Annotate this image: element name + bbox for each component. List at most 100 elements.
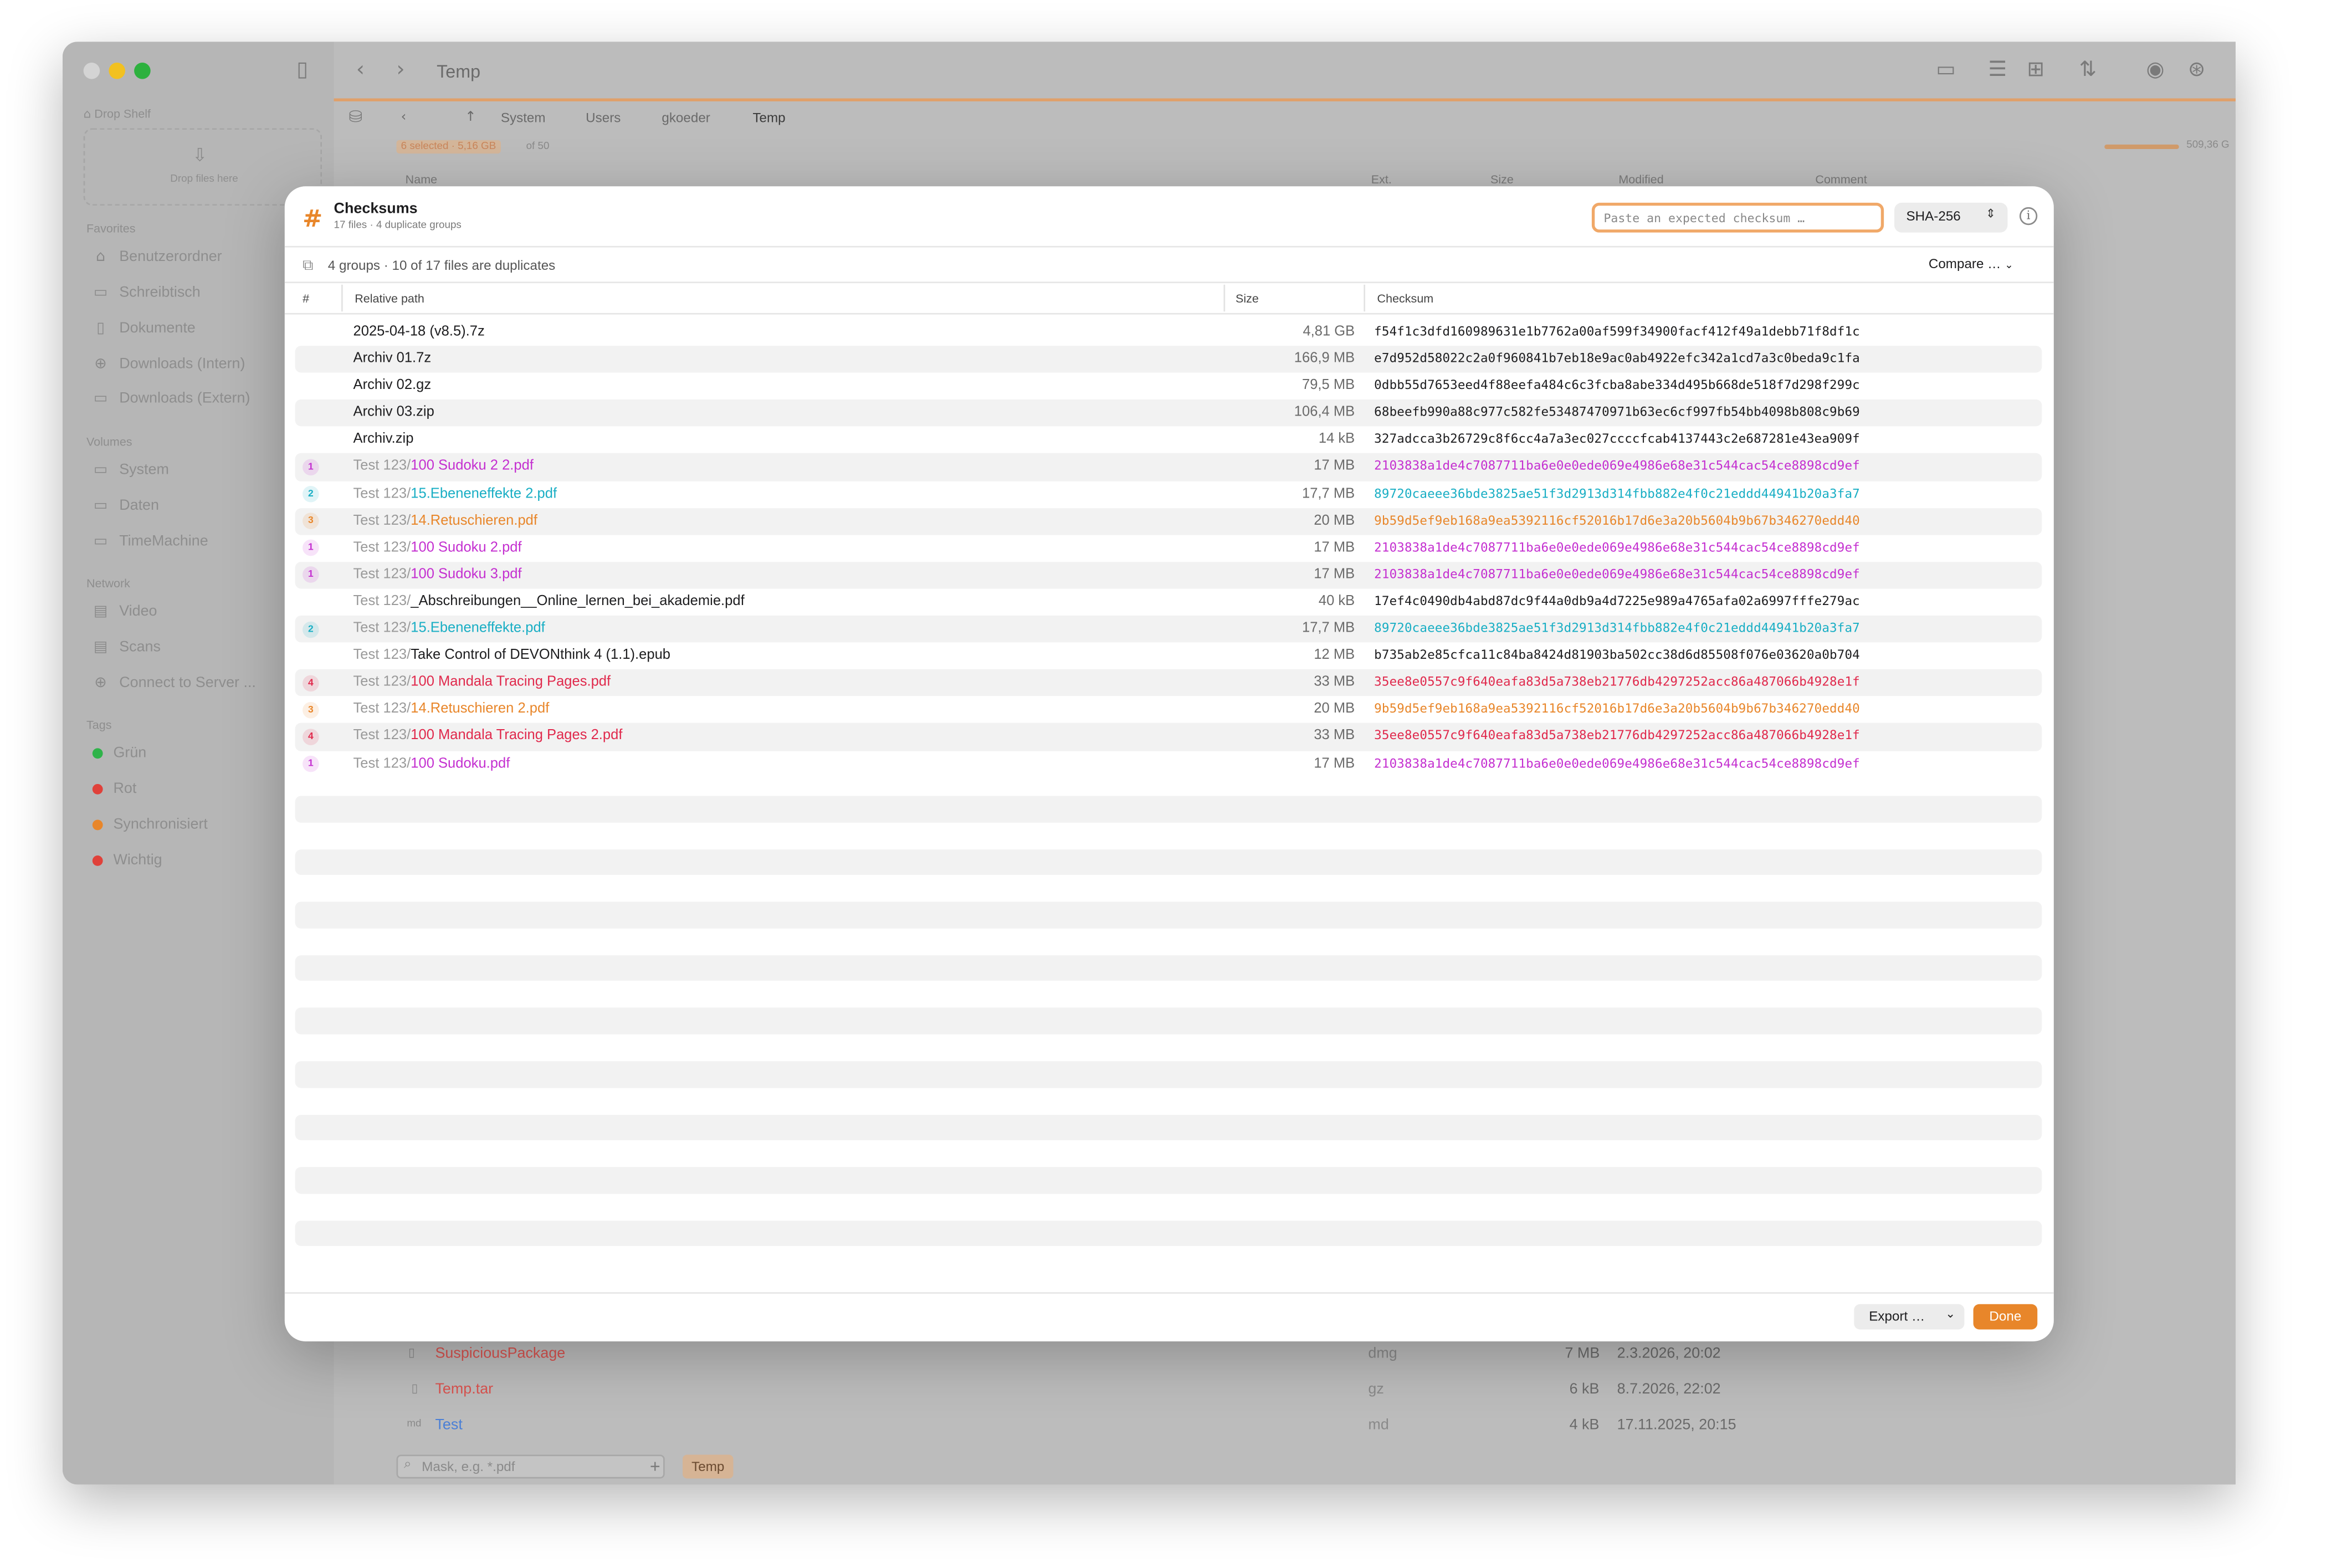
table-row[interactable]: 1 Test 123/100 Sudoku 3.pdf 17 MB 2103838a1… — [295, 561, 2042, 589]
sidebar-item-daten[interactable]: ▭ Daten — [93, 498, 159, 514]
sidebar-tag-synchronisiert[interactable]: Synchronisiert — [92, 817, 208, 833]
checksum-value[interactable]: 0dbb55d7653eed4f88eefa484c6c3fcba8abe334… — [1374, 377, 1860, 392]
nav-up-icon[interactable]: ↑ — [465, 110, 476, 125]
relative-path: Archiv 01.7z — [353, 350, 432, 367]
sidebar-item-connect-server[interactable]: ⊕ Connect to Server ... — [93, 675, 256, 692]
file-size: 17 MB — [1314, 539, 1355, 556]
file-size: 17 MB — [1314, 566, 1355, 583]
table-row[interactable]: 3 Test 123/14.Retuschieren 2.pdf 20 MB 9b59… — [295, 696, 2042, 724]
sidebar-item-video[interactable]: ▤ Video — [93, 603, 157, 620]
table-row[interactable]: Archiv 03.zip 106,4 MB 68beefb990a88c977c5… — [295, 399, 2042, 427]
list-view-icon[interactable]: ☰ — [1988, 58, 2007, 82]
sync-icon[interactable]: ⊛ — [2188, 58, 2206, 82]
checksum-value[interactable]: 2103838a1de4c7087711ba6e0e0ede069e4986e6… — [1374, 566, 1860, 581]
expected-checksum-input[interactable] — [1591, 202, 1884, 233]
table-row[interactable]: Archiv 01.7z 166,9 MB e7d952d58022c2a0f960… — [295, 346, 2042, 373]
sidebar-item-timemachine[interactable]: ▭ TimeMachine — [93, 534, 208, 550]
export-button[interactable]: Export … ⌄ — [1854, 1304, 1965, 1330]
close-button[interactable] — [83, 62, 100, 79]
document-icon: ▯ — [96, 320, 105, 337]
algorithm-select[interactable]: SHA-256 ⇕ — [1894, 202, 2008, 233]
col-size[interactable]: Size — [1490, 173, 1514, 186]
checksum-value[interactable]: 2103838a1de4c7087711ba6e0e0ede069e4986e6… — [1374, 755, 1860, 770]
col-comment[interactable]: Comment — [1815, 173, 1867, 186]
checksum-value[interactable]: 17ef4c0490db4abd87dc9f44a0db9a4d7225e989… — [1374, 593, 1860, 608]
table-row[interactable]: Archiv.zip 14 kB 327adcca3b26729c8f6cc4a7a… — [295, 427, 2042, 454]
col-group-number[interactable]: # — [303, 292, 309, 305]
checksum-value[interactable]: 327adcca3b26729c8f6cc4a7a3ec027ccccfcab4… — [1374, 431, 1860, 446]
file-size: 7 MB — [1565, 1346, 1600, 1362]
add-tab-icon[interactable]: + — [650, 1456, 660, 1477]
checksum-value[interactable]: 35ee8e0557c9f640eafa83d5a738eb21776db429… — [1374, 728, 1860, 743]
col-ext[interactable]: Ext. — [1371, 173, 1392, 186]
sidebar-tag-rot[interactable]: Rot — [92, 781, 136, 797]
col-modified[interactable]: Modified — [1618, 173, 1663, 186]
checksum-value[interactable]: e7d952d58022c2a0f960841b7eb18e9ac0ab4922… — [1374, 350, 1860, 365]
dialog-title: Checksums — [334, 201, 418, 218]
table-row[interactable]: 4 Test 123/100 Mandala Tracing Pages.pdf 3… — [295, 669, 2042, 697]
done-button[interactable]: Done — [1973, 1304, 2038, 1330]
checksum-value[interactable]: 89720caeee36bde3825ae51f3d2913d314fbb882… — [1374, 485, 1860, 500]
file-size: 20 MB — [1314, 512, 1355, 529]
forward-icon[interactable]: › — [397, 58, 405, 82]
breadcrumb-system[interactable]: System — [501, 110, 546, 125]
checksum-value[interactable]: 2103838a1de4c7087711ba6e0e0ede069e4986e6… — [1374, 539, 1860, 554]
single-pane-icon[interactable]: ▭ — [1936, 58, 1956, 82]
checksum-value[interactable]: b735ab2e85cfca11c84ba8424d81903ba502cc38… — [1374, 647, 1860, 662]
table-row[interactable]: 1 Test 123/100 Sudoku 2 2.pdf 17 MB 2103838… — [295, 454, 2042, 481]
table-row[interactable]: 1 Test 123/100 Sudoku 2.pdf 17 MB 2103838a1… — [295, 535, 2042, 562]
grid-view-icon[interactable]: ⊞ — [2027, 58, 2044, 82]
breadcrumb-users[interactable]: Users — [586, 110, 621, 125]
table-row[interactable]: Test 123/_Abschreibungen__Online_lernen_… — [295, 588, 2042, 616]
table-row[interactable]: 3 Test 123/14.Retuschieren.pdf 20 MB 9b59d5… — [295, 508, 2042, 535]
sidebar-item-benutzerordner[interactable]: ⌂ Benutzerordner — [93, 249, 222, 265]
checksum-value[interactable]: 2103838a1de4c7087711ba6e0e0ede069e4986e6… — [1374, 458, 1860, 473]
breadcrumb-gkoeder[interactable]: gkoeder — [662, 110, 710, 125]
sidebar-toggle-icon[interactable]: ▯ — [296, 58, 308, 82]
path-directory: Test 123/ — [353, 674, 411, 691]
col-size[interactable]: Size — [1236, 292, 1259, 305]
col-checksum[interactable]: Checksum — [1377, 292, 1434, 305]
sidebar-item-dokumente[interactable]: ▯ Dokumente — [93, 320, 196, 337]
table-row[interactable]: 2 Test 123/15.Ebeneneffekte 2.pdf 17,7 MB 8… — [295, 481, 2042, 508]
duplicate-icon: ⧉ — [303, 258, 314, 274]
table-row[interactable]: Test 123/Take Control of DEVONthink 4 (1… — [295, 643, 2042, 670]
chevron-down-icon: ⌄ — [2005, 259, 2013, 271]
sidebar-tag-gruen[interactable]: Grün — [92, 745, 146, 762]
col-name[interactable]: Name — [406, 173, 437, 186]
table-row[interactable]: 4 Test 123/100 Mandala Tracing Pages 2.pd… — [295, 723, 2042, 751]
drop-shelf-zone[interactable]: ⇩ Drop files here — [83, 128, 322, 206]
breadcrumb-temp[interactable]: Temp — [752, 110, 785, 125]
sidebar-item-system[interactable]: ▭ System — [93, 462, 169, 479]
preview-eye-icon[interactable]: ◉ — [2146, 58, 2165, 82]
maximize-button[interactable] — [134, 62, 151, 79]
sidebar-tag-wichtig[interactable]: Wichtig — [92, 853, 162, 869]
sidebar-item-scans[interactable]: ▤ Scans — [93, 639, 161, 656]
checksum-value[interactable]: 9b59d5ef9eb168a9ea5392116cf52016b17d6e3a… — [1374, 512, 1860, 527]
file-size: 33 MB — [1314, 674, 1355, 691]
disk-icon: ▭ — [93, 498, 108, 515]
sidebar-item-downloads-intern[interactable]: ⊕ Downloads (Intern) — [93, 356, 245, 373]
checksum-value[interactable]: 35ee8e0557c9f640eafa83d5a738eb21776db429… — [1374, 674, 1860, 689]
info-icon[interactable]: i — [2019, 207, 2038, 226]
checksum-value[interactable]: 89720caeee36bde3825ae51f3d2913d314fbb882… — [1374, 620, 1860, 635]
col-relative-path[interactable]: Relative path — [355, 292, 424, 305]
checksum-value[interactable]: 9b59d5ef9eb168a9ea5392116cf52016b17d6e3a… — [1374, 701, 1860, 716]
table-row[interactable]: 1 Test 123/100 Sudoku.pdf 17 MB 2103838a1de… — [295, 750, 2042, 777]
filter-mask-input[interactable]: ⌕ Mask, e.g. *.pdf — [396, 1454, 665, 1479]
tab-temp[interactable]: Temp — [683, 1454, 734, 1479]
volumes-heading: Volumes — [86, 435, 132, 449]
back-icon[interactable]: ‹ — [356, 58, 365, 82]
compare-button[interactable]: Compare … ⌄ — [1929, 257, 2013, 271]
table-row[interactable]: 2025-04-18 (v8.5).7z 4,81 GB f54f1c3dfd160… — [295, 319, 2042, 346]
nav-back-icon[interactable]: ‹ — [401, 110, 407, 125]
sidebar-item-downloads-extern[interactable]: ▭ Downloads (Extern) — [93, 391, 250, 407]
sort-icon[interactable]: ⇅ — [2079, 58, 2097, 82]
file-size: 17 MB — [1314, 755, 1355, 772]
checksum-value[interactable]: 68beefb990a88c977c582fe53487470971b63ec6… — [1374, 404, 1860, 419]
table-row[interactable]: Archiv 02.gz 79,5 MB 0dbb55d7653eed4f88eef… — [295, 373, 2042, 400]
table-row[interactable]: 2 Test 123/15.Ebeneneffekte.pdf 17,7 MB 897… — [295, 616, 2042, 643]
minimize-button[interactable] — [109, 62, 125, 79]
checksum-value[interactable]: f54f1c3dfd160989631e1b7762a00af599f34900… — [1374, 324, 1860, 339]
sidebar-item-schreibtisch[interactable]: ▭ Schreibtisch — [93, 285, 201, 301]
